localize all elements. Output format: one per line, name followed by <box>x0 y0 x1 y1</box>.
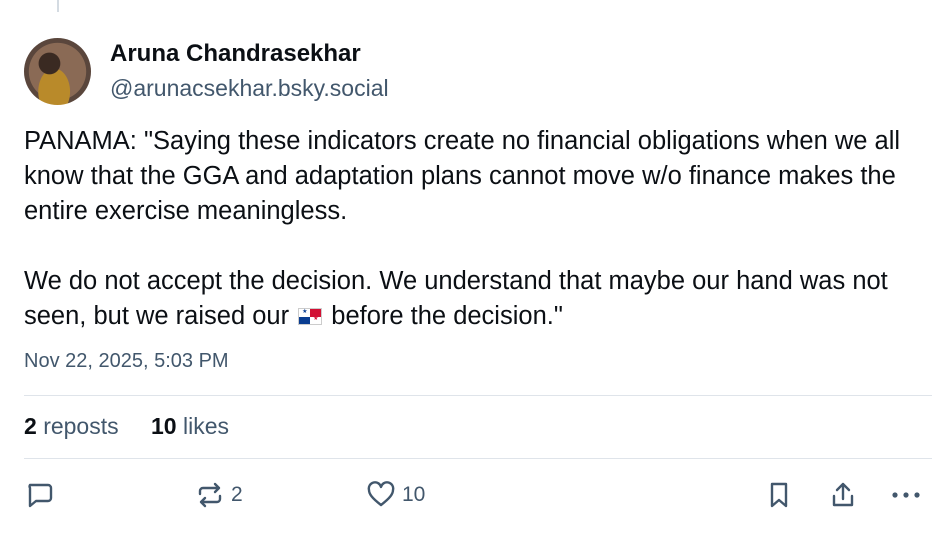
more-options-button[interactable] <box>890 480 922 510</box>
avatar[interactable] <box>24 38 91 105</box>
like-count: 10 <box>402 483 426 506</box>
share-icon <box>828 480 858 510</box>
reposts-count: 2 <box>24 413 37 439</box>
engagement-stats: 2 reposts 10 likes <box>24 413 229 440</box>
repost-count: 2 <box>231 483 243 506</box>
repost-button[interactable]: 2 <box>195 480 243 510</box>
heart-icon <box>366 480 396 510</box>
reply-icon <box>24 480 54 510</box>
more-icon <box>890 480 922 510</box>
bookmark-button[interactable] <box>764 480 794 510</box>
panama-flag-icon: ★ ★ <box>298 308 323 325</box>
reposts-label: reposts <box>43 413 119 439</box>
reposts-stat[interactable]: 2 reposts <box>24 413 119 439</box>
author-handle[interactable]: @arunacsekhar.bsky.social <box>110 75 389 102</box>
post-text: PANAMA: "Saying these indicators create … <box>24 124 929 334</box>
divider <box>24 458 932 459</box>
post-text-end: before the decision." <box>331 302 563 330</box>
thread-line <box>57 0 59 12</box>
reply-button[interactable] <box>24 480 54 510</box>
share-button[interactable] <box>828 480 858 510</box>
post-timestamp[interactable]: Nov 22, 2025, 5:03 PM <box>24 350 229 373</box>
like-button[interactable]: 10 <box>366 480 425 510</box>
repost-icon <box>195 480 225 510</box>
likes-stat[interactable]: 10 likes <box>151 413 229 439</box>
author-name[interactable]: Aruna Chandrasekhar <box>110 40 361 68</box>
post-text-main: PANAMA: "Saying these indicators create … <box>24 127 901 330</box>
likes-count: 10 <box>151 413 177 439</box>
bookmark-icon <box>764 480 794 510</box>
likes-label: likes <box>183 413 230 439</box>
divider <box>24 395 932 396</box>
